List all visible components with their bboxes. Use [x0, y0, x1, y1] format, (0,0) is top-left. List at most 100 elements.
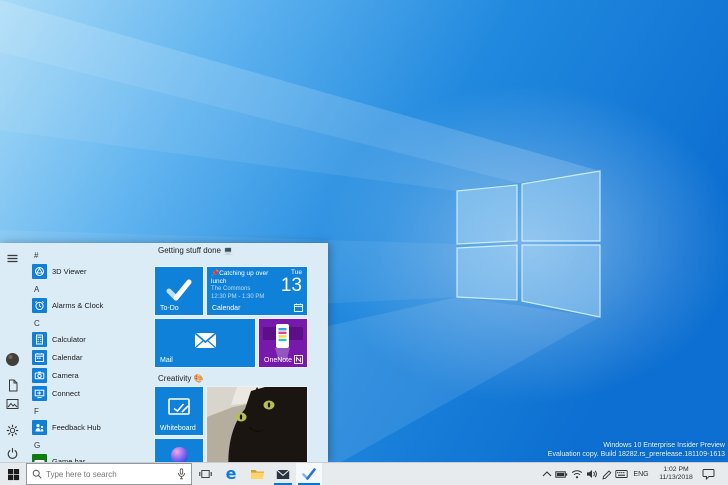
- tile-todo[interactable]: To-Do: [154, 266, 204, 316]
- cat-photo: [207, 387, 307, 462]
- evaluation-watermark: Windows 10 Enterprise Insider Preview Ev…: [548, 442, 725, 459]
- power-icon: [7, 448, 18, 459]
- file-explorer-button[interactable]: [244, 463, 270, 485]
- windows-ink-button[interactable]: [599, 463, 614, 485]
- tile-label: To-Do: [160, 305, 179, 312]
- calendar-event-title: 📌Catching up over lunch: [211, 270, 269, 285]
- start-tiles-area: Getting stuff done 💻 To-Do 📌Catching up …: [154, 243, 325, 462]
- tray-overflow-button[interactable]: [539, 463, 554, 485]
- user-account-button[interactable]: [5, 352, 20, 367]
- todo-taskbar-icon: [302, 468, 316, 480]
- tile-label: Calendar: [212, 305, 241, 312]
- header-label: G: [34, 441, 41, 450]
- header-label: #: [34, 251, 39, 260]
- settings-button[interactable]: [5, 423, 20, 438]
- calendar-icon: [32, 349, 47, 365]
- app-list-header[interactable]: G: [30, 439, 152, 452]
- alarms-clock-icon: [32, 297, 47, 313]
- onenote-logo-icon: [294, 355, 303, 364]
- tile-photos[interactable]: [206, 386, 308, 462]
- app-list-header[interactable]: C: [30, 317, 152, 330]
- tile-onenote[interactable]: OneNote: [258, 318, 308, 368]
- taskbar: e: [0, 462, 728, 485]
- action-center-button[interactable]: [699, 463, 717, 485]
- power-button[interactable]: [5, 446, 20, 461]
- app-item-3d-viewer[interactable]: 3D Viewer: [30, 262, 152, 280]
- user-avatar: [6, 353, 19, 366]
- watermark-line1: Windows 10 Enterprise Insider Preview: [603, 442, 725, 449]
- todo-button[interactable]: [296, 463, 322, 485]
- microphone-icon[interactable]: [177, 468, 186, 480]
- pictures-button[interactable]: [5, 396, 20, 411]
- taskbar-search-box[interactable]: [26, 463, 192, 485]
- tile-mail[interactable]: Mail: [154, 318, 256, 368]
- cortana-orb-icon: [171, 447, 188, 462]
- tile-group-title-productivity[interactable]: Getting stuff done 💻: [158, 246, 233, 255]
- tile-whiteboard[interactable]: Whiteboard: [154, 386, 204, 436]
- speaker-icon: [586, 470, 597, 478]
- tile-cortana[interactable]: [154, 438, 204, 462]
- app-item-calendar[interactable]: Calendar: [30, 348, 152, 366]
- windows-desktop: Windows 10 Enterprise Insider Preview Ev…: [0, 0, 728, 485]
- task-view-icon: [198, 470, 212, 478]
- tile-label: OneNote: [264, 357, 293, 364]
- feedback-hub-icon: [32, 419, 47, 435]
- search-icon: [32, 469, 42, 479]
- app-label: Camera: [52, 370, 79, 380]
- touch-keyboard-button[interactable]: [614, 463, 629, 485]
- pen-icon: [602, 469, 612, 479]
- app-item-alarms-clock[interactable]: Alarms & Clock: [30, 296, 152, 314]
- camera-icon: [32, 367, 47, 383]
- mail-button[interactable]: [270, 463, 296, 485]
- clock-date: 11/13/2018: [659, 474, 693, 481]
- header-label: F: [34, 407, 39, 416]
- wifi-icon: [571, 470, 582, 479]
- app-list-header[interactable]: A: [30, 283, 152, 296]
- keyboard-icon: [615, 470, 628, 478]
- pictures-icon: [6, 398, 19, 409]
- gear-icon: [6, 424, 19, 437]
- system-tray: ENG 1:02 PM 11/13/2018: [539, 463, 728, 485]
- document-icon: [8, 379, 17, 392]
- app-label: Connect: [52, 388, 80, 398]
- task-view-button[interactable]: [192, 463, 218, 485]
- edge-icon: e: [225, 464, 237, 483]
- app-item-feedback-hub[interactable]: Feedback Hub: [30, 418, 152, 436]
- app-item-connect[interactable]: Connect: [30, 384, 152, 402]
- edge-button[interactable]: e: [218, 463, 244, 485]
- battery-button[interactable]: [554, 463, 569, 485]
- calendar-glyph-icon: [294, 303, 303, 312]
- header-label: C: [34, 319, 40, 328]
- tile-label: Mail: [160, 357, 173, 364]
- clock[interactable]: 1:02 PM 11/13/2018: [653, 466, 699, 482]
- 3d-viewer-icon: [32, 263, 47, 279]
- clock-time: 1:02 PM: [663, 466, 689, 473]
- tile-calendar[interactable]: 📌Catching up over lunch The Commons 12:3…: [206, 266, 308, 316]
- mail-taskbar-icon: [276, 469, 290, 479]
- watermark-line2: Evaluation copy. Build 18282.rs_prerelea…: [547, 450, 725, 458]
- volume-button[interactable]: [584, 463, 599, 485]
- app-label: 3D Viewer: [52, 266, 87, 276]
- calculator-icon: [32, 331, 47, 347]
- expand-menu-button[interactable]: [5, 251, 20, 266]
- tile-group-title-creativity[interactable]: Creativity 🎨: [158, 374, 204, 383]
- start-button[interactable]: [0, 463, 26, 485]
- calendar-date-block: Tue 13: [281, 269, 302, 295]
- app-label: Calculator: [52, 334, 86, 344]
- start-menu: # 3D Viewer A Alarms & Clock C Calculato…: [0, 243, 328, 462]
- app-label: Feedback Hub: [52, 422, 101, 432]
- search-input[interactable]: [46, 469, 177, 479]
- app-item-camera[interactable]: Camera: [30, 366, 152, 384]
- documents-button[interactable]: [5, 378, 20, 393]
- app-list-header[interactable]: F: [30, 405, 152, 418]
- windows-start-icon: [7, 468, 19, 480]
- app-item-game-bar[interactable]: Game bar: [30, 452, 152, 462]
- app-label: Calendar: [52, 352, 83, 362]
- app-list-header[interactable]: #: [30, 249, 152, 262]
- battery-icon: [555, 470, 568, 478]
- hamburger-icon: [7, 254, 18, 263]
- network-button[interactable]: [569, 463, 584, 485]
- app-item-calculator[interactable]: Calculator: [30, 330, 152, 348]
- language-indicator[interactable]: ENG: [629, 471, 653, 478]
- calendar-date: 13: [280, 275, 302, 296]
